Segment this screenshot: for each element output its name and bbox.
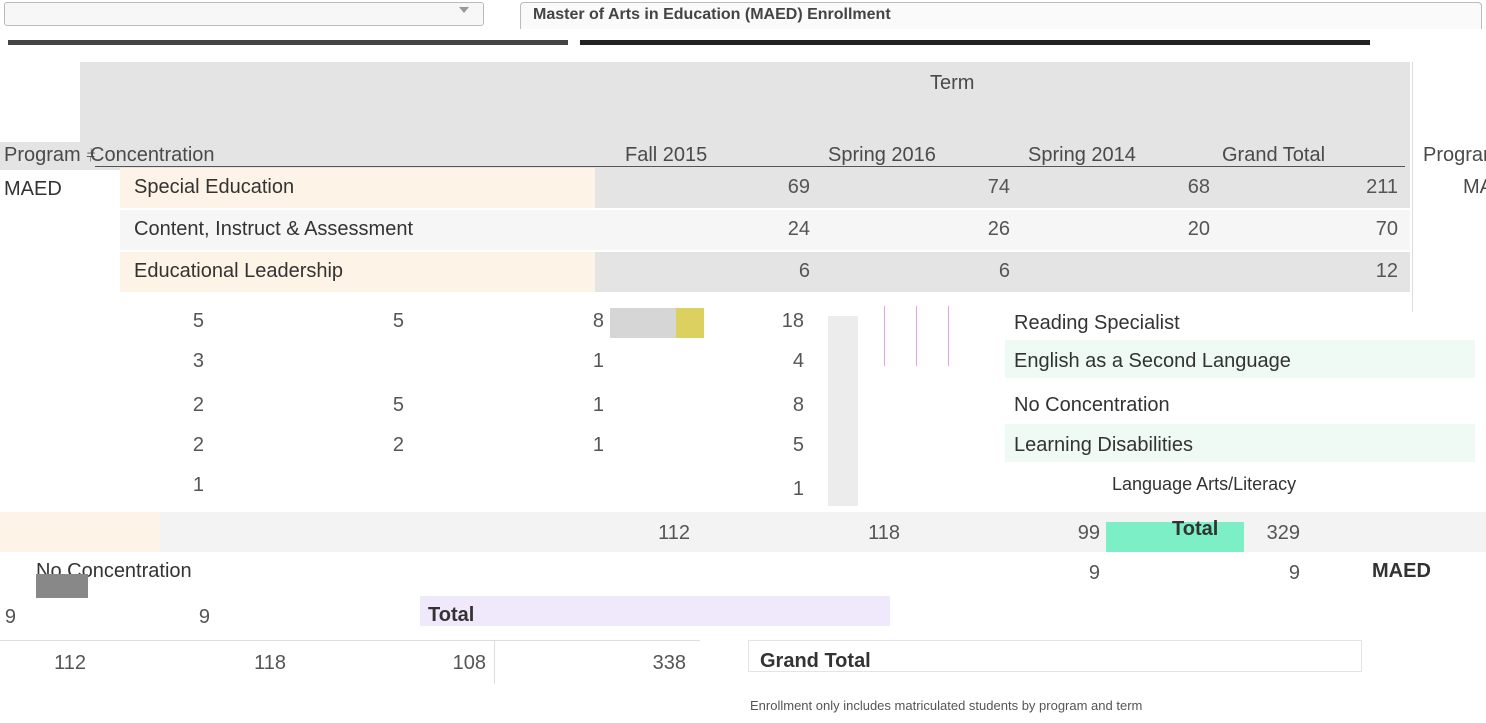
grand-total-fall: 112 bbox=[54, 652, 86, 674]
col-spring-2016[interactable]: Spring 2016 bbox=[828, 144, 936, 167]
grand-total-band bbox=[0, 640, 700, 685]
right-program-header: Program bbox=[1423, 144, 1486, 166]
right-program-value-lower: MAED bbox=[1372, 560, 1431, 582]
lower-total-label: Total bbox=[428, 604, 475, 626]
row-spring14: 20 bbox=[1187, 218, 1210, 240]
row-concentration: Special Education bbox=[134, 176, 295, 198]
table-row: Content, Instruct & Assessment 24 26 20 … bbox=[120, 210, 1410, 250]
row-fall: 24 bbox=[787, 218, 810, 240]
lower-total-value-b: 9 bbox=[198, 606, 210, 628]
row-total: 12 bbox=[1375, 260, 1398, 282]
row-spring16: 2 bbox=[392, 434, 404, 456]
lower-total-value-a: 9 bbox=[4, 606, 16, 628]
right-header-tab: Master of Arts in Education (MAED) Enrol… bbox=[520, 2, 1482, 29]
row-concentration: Language Arts/Literacy bbox=[1112, 474, 1297, 494]
right-program-value: MAED bbox=[1463, 176, 1486, 198]
total-grand: 329 bbox=[1266, 522, 1300, 544]
row-spring14: 1 bbox=[592, 394, 604, 416]
row-fall: 1 bbox=[192, 474, 204, 496]
row-spring14: 68 bbox=[1187, 176, 1210, 198]
right-header-label: Master of Arts in Education (MAED) Enrol… bbox=[533, 6, 891, 23]
program-value: MAED bbox=[4, 178, 62, 200]
chevron-down-icon bbox=[459, 7, 469, 13]
row-fall: 3 bbox=[192, 350, 204, 372]
grand-total-spring14: 108 bbox=[452, 652, 486, 674]
total-spring14: 99 bbox=[1077, 522, 1100, 544]
row-concentration: English as a Second Language bbox=[1014, 350, 1291, 372]
row-concentration: No Concentration bbox=[1014, 394, 1170, 416]
footnote: Enrollment only includes matriculated st… bbox=[750, 698, 1143, 713]
row-fall: 2 bbox=[192, 394, 204, 416]
row-concentration: Educational Leadership bbox=[134, 260, 344, 282]
row-spring16: 74 bbox=[987, 176, 1010, 198]
row-spring14: 1 bbox=[592, 434, 604, 456]
grand-total-total: 338 bbox=[652, 652, 686, 674]
right-program-panel: Program MAED bbox=[1412, 62, 1486, 312]
row-concentration: Learning Disabilities bbox=[1014, 434, 1193, 456]
row-total: 18 bbox=[781, 310, 804, 332]
col-fall-2015[interactable]: Fall 2015 bbox=[625, 144, 707, 167]
row-spring16: 6 bbox=[998, 260, 1010, 282]
col-grand-total[interactable]: Grand Total bbox=[1222, 144, 1325, 167]
row-concentration: Reading Specialist bbox=[1014, 312, 1180, 334]
total-fall: 112 bbox=[658, 522, 690, 544]
filter-dropdown[interactable] bbox=[4, 2, 484, 26]
row-spring16: 26 bbox=[987, 218, 1010, 240]
row-fall: 6 bbox=[798, 260, 810, 282]
no-concentration-spring16: 9 bbox=[1088, 562, 1100, 584]
row-total: 5 bbox=[792, 434, 804, 456]
row-total: 70 bbox=[1375, 218, 1398, 240]
row-fall: 2 bbox=[192, 434, 204, 456]
total-label: Total bbox=[1172, 518, 1219, 540]
table-row: Special Education 69 74 68 211 bbox=[120, 168, 1410, 208]
row-total: 8 bbox=[792, 394, 804, 416]
col-spring-2014[interactable]: Spring 2014 bbox=[1028, 144, 1136, 167]
header-rule bbox=[580, 40, 1370, 45]
column-header-rule bbox=[95, 166, 1405, 167]
row-total: 1 bbox=[792, 478, 804, 500]
row-spring16: 5 bbox=[392, 310, 404, 332]
table-header-left-white bbox=[0, 62, 80, 142]
row-fall: 5 bbox=[192, 310, 204, 332]
row-spring16: 5 bbox=[392, 394, 404, 416]
grand-total-spring16: 118 bbox=[254, 652, 286, 674]
row-spring14: 8 bbox=[592, 310, 604, 332]
no-concentration-total: 9 bbox=[1288, 562, 1300, 584]
row-fall: 69 bbox=[787, 176, 810, 198]
table-row: Educational Leadership 6 6 12 bbox=[120, 252, 1410, 292]
col-program[interactable]: Program ⫩ bbox=[4, 144, 95, 167]
row-concentration: Content, Instruct & Assessment bbox=[134, 218, 414, 240]
header-rule-left bbox=[8, 40, 568, 45]
row-total: 211 bbox=[1366, 176, 1398, 198]
col-concentration[interactable]: Concentration bbox=[90, 144, 215, 167]
total-spring16: 118 bbox=[868, 522, 900, 544]
row-spring14: 1 bbox=[592, 350, 604, 372]
row-total: 4 bbox=[792, 350, 804, 372]
term-header: Term bbox=[930, 72, 975, 94]
